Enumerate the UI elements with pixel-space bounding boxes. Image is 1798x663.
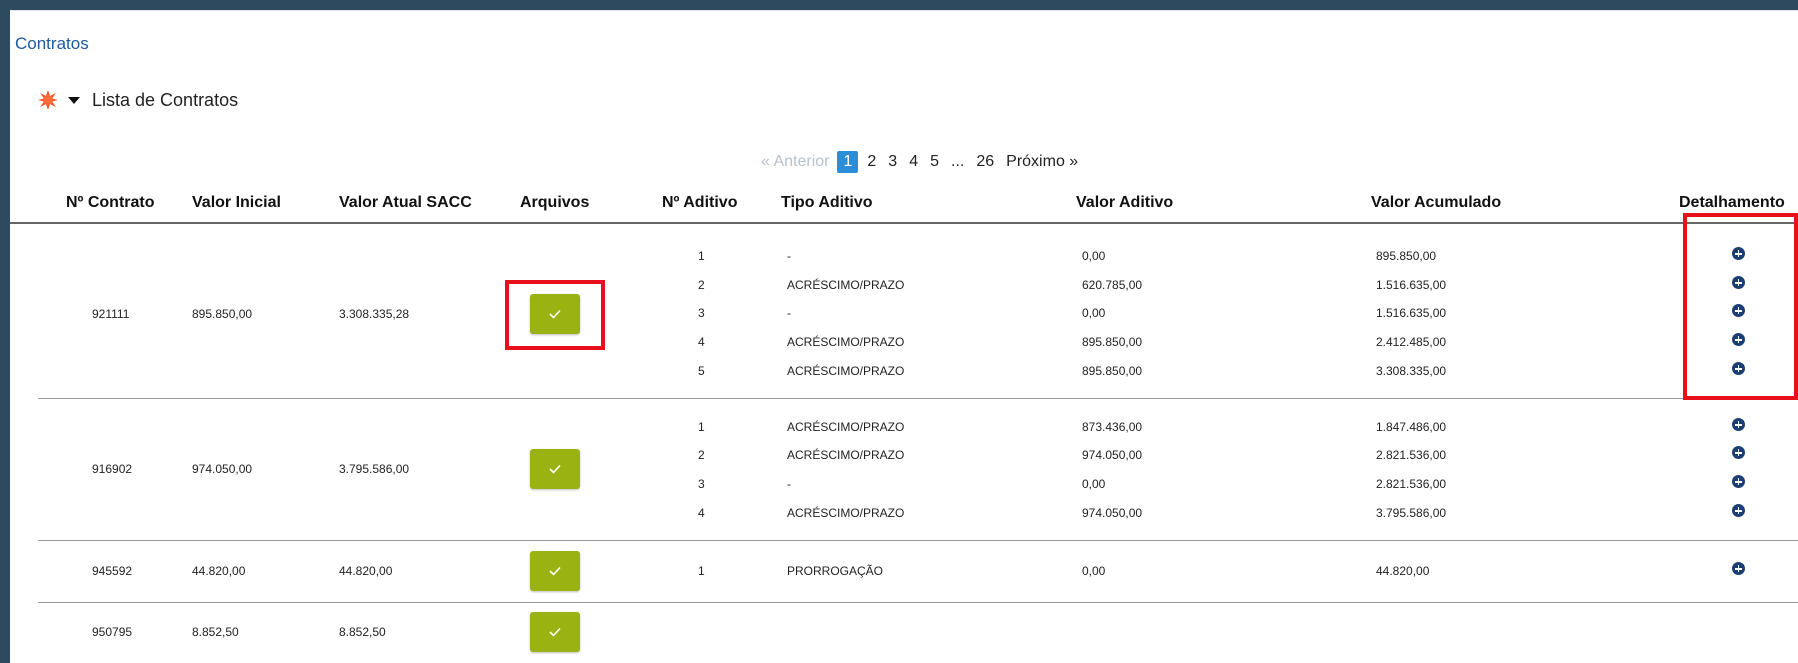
col-header-contrato: Nº Contrato bbox=[66, 194, 155, 211]
contract-number: 950795 bbox=[92, 625, 133, 639]
aditivo-tipo: PRORROGAÇÃO bbox=[787, 564, 884, 578]
col-header-detalhamento: Detalhamento bbox=[1679, 194, 1785, 211]
valor-atual-sacc: 3.795.586,00 bbox=[339, 462, 410, 476]
detail-plus-icon[interactable] bbox=[1732, 446, 1745, 459]
aditivo-valor: 0,00 bbox=[1082, 249, 1106, 263]
detail-plus-icon[interactable] bbox=[1732, 475, 1745, 488]
detail-plus-icon[interactable] bbox=[1732, 418, 1745, 431]
file-check-button[interactable] bbox=[530, 612, 580, 652]
aditivo-tipo: ACRÉSCIMO/PRAZO bbox=[787, 420, 905, 434]
valor-acumulado: 3.308.335,00 bbox=[1376, 364, 1447, 378]
valor-acumulado: 3.795.586,00 bbox=[1376, 506, 1447, 520]
aditivo-tipo: - bbox=[787, 306, 791, 320]
aditivo-number: 1 bbox=[698, 249, 705, 263]
valor-acumulado: 1.516.635,00 bbox=[1376, 306, 1447, 320]
valor-inicial: 895.850,00 bbox=[192, 307, 253, 321]
red-burst-icon bbox=[38, 90, 58, 110]
aditivo-tipo: - bbox=[787, 477, 791, 491]
valor-acumulado: 2.821.536,00 bbox=[1376, 477, 1447, 491]
table-header: Nº Contrato Valor Inicial Valor Atual SA… bbox=[10, 190, 1798, 224]
file-check-button[interactable] bbox=[530, 551, 580, 591]
col-header-tipo: Tipo Aditivo bbox=[781, 194, 873, 211]
aditivo-tipo: ACRÉSCIMO/PRAZO bbox=[787, 448, 905, 462]
valor-inicial: 44.820,00 bbox=[192, 564, 246, 578]
page-link[interactable]: 26 bbox=[976, 153, 994, 171]
aditivo-tipo: ACRÉSCIMO/PRAZO bbox=[787, 506, 905, 520]
detail-plus-icon[interactable] bbox=[1732, 562, 1745, 575]
aditivo-number: 3 bbox=[698, 306, 705, 320]
row-divider bbox=[38, 398, 1798, 399]
contract-number: 916902 bbox=[92, 462, 133, 476]
aditivo-number: 3 bbox=[698, 477, 705, 491]
aditivo-valor: 0,00 bbox=[1082, 564, 1106, 578]
highlight-box-detalhamento bbox=[1683, 213, 1798, 400]
contract-number: 921111 bbox=[92, 307, 130, 321]
aditivo-valor: 0,00 bbox=[1082, 306, 1106, 320]
aditivo-number: 1 bbox=[698, 420, 705, 434]
aditivo-number: 1 bbox=[698, 564, 705, 578]
app-frame bbox=[0, 0, 1798, 663]
check-icon bbox=[549, 627, 561, 637]
valor-acumulado: 2.821.536,00 bbox=[1376, 448, 1447, 462]
section-title: Lista de Contratos bbox=[92, 89, 239, 110]
valor-inicial: 974.050,00 bbox=[192, 462, 253, 476]
aditivo-tipo: ACRÉSCIMO/PRAZO bbox=[787, 278, 905, 292]
aditivo-valor: 895.850,00 bbox=[1082, 335, 1143, 349]
aditivo-valor: 0,00 bbox=[1082, 477, 1106, 491]
page-link[interactable]: 4 bbox=[909, 153, 918, 171]
col-header-valor-aditivo: Valor Aditivo bbox=[1076, 194, 1174, 211]
valor-inicial: 8.852,50 bbox=[192, 625, 239, 639]
file-check-button[interactable] bbox=[530, 449, 580, 489]
page-prev: « Anterior bbox=[761, 153, 830, 170]
valor-acumulado: 895.850,00 bbox=[1376, 249, 1437, 263]
col-header-arquivos: Arquivos bbox=[520, 194, 590, 211]
valor-acumulado: 2.412.485,00 bbox=[1376, 335, 1447, 349]
section-header[interactable]: Lista de Contratos bbox=[38, 89, 238, 111]
aditivo-valor: 974.050,00 bbox=[1082, 448, 1143, 462]
page-link[interactable]: 2 bbox=[867, 153, 876, 171]
page-link[interactable]: 5 bbox=[930, 153, 939, 171]
valor-atual-sacc: 44.820,00 bbox=[339, 564, 393, 578]
aditivo-tipo: ACRÉSCIMO/PRAZO bbox=[787, 364, 905, 378]
aditivo-number: 4 bbox=[698, 335, 705, 349]
highlight-box-arquivos bbox=[505, 280, 605, 350]
aditivo-number: 2 bbox=[698, 448, 705, 462]
aditivo-number: 4 bbox=[698, 506, 705, 520]
check-icon bbox=[549, 464, 561, 474]
page-ellipsis: ... bbox=[951, 153, 965, 170]
aditivo-valor: 620.785,00 bbox=[1082, 278, 1143, 292]
top-divider bbox=[10, 10, 1798, 22]
aditivo-tipo: - bbox=[787, 249, 791, 263]
col-header-valor-atual: Valor Atual SACC bbox=[339, 194, 472, 211]
valor-acumulado: 1.516.635,00 bbox=[1376, 278, 1447, 292]
aditivo-valor: 895.850,00 bbox=[1082, 364, 1143, 378]
col-header-valor-inicial: Valor Inicial bbox=[192, 194, 281, 211]
aditivo-tipo: ACRÉSCIMO/PRAZO bbox=[787, 335, 905, 349]
valor-atual-sacc: 8.852,50 bbox=[339, 625, 386, 639]
pagination: « Anterior 1 2 3 4 5 ... 26 Próximo » bbox=[761, 149, 1084, 175]
row-divider bbox=[38, 602, 1798, 603]
valor-acumulado: 44.820,00 bbox=[1376, 564, 1430, 578]
aditivo-valor: 873.436,00 bbox=[1082, 420, 1143, 434]
aditivo-number: 5 bbox=[698, 364, 705, 378]
page-current[interactable]: 1 bbox=[837, 151, 859, 173]
page-link[interactable]: 3 bbox=[888, 153, 897, 171]
aditivo-number: 2 bbox=[698, 278, 705, 292]
caret-down-icon[interactable] bbox=[68, 96, 80, 104]
aditivo-valor: 974.050,00 bbox=[1082, 506, 1143, 520]
breadcrumb-contratos[interactable]: Contratos bbox=[15, 34, 89, 54]
page-next[interactable]: Próximo » bbox=[1006, 153, 1078, 171]
check-icon bbox=[549, 566, 561, 576]
contract-number: 945592 bbox=[92, 564, 133, 578]
row-divider bbox=[38, 540, 1798, 541]
valor-atual-sacc: 3.308.335,28 bbox=[339, 307, 410, 321]
detail-plus-icon[interactable] bbox=[1732, 504, 1745, 517]
col-header-aditivo: Nº Aditivo bbox=[662, 194, 738, 211]
col-header-acumulado: Valor Acumulado bbox=[1371, 194, 1502, 211]
valor-acumulado: 1.847.486,00 bbox=[1376, 420, 1447, 434]
